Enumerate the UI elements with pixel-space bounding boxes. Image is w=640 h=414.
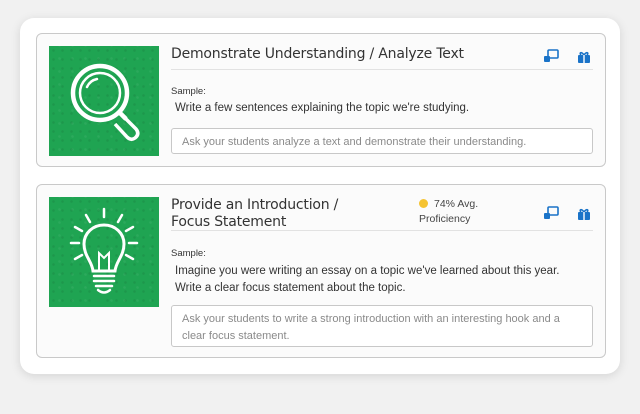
- sample-text: Write a few sentences explaining the top…: [175, 102, 470, 114]
- card-title: Provide an Introduction / Focus Statemen…: [171, 197, 339, 230]
- card-image: [49, 197, 159, 307]
- proficiency-value: 74% Avg.: [434, 198, 479, 210]
- prompt-text-field[interactable]: Ask your students to write a strong intr…: [171, 305, 593, 347]
- prompt-text-field[interactable]: Ask your students analyze a text and dem…: [171, 128, 593, 154]
- proficiency-dot-icon: [419, 199, 428, 208]
- gift-icon[interactable]: [576, 205, 592, 221]
- magnifying-glass-icon: [70, 63, 140, 142]
- assign-icon[interactable]: [543, 205, 559, 221]
- proficiency-badge: 74% Avg. Proficiency: [419, 197, 478, 227]
- divider: [171, 69, 593, 70]
- card-image: [49, 46, 159, 156]
- divider: [171, 230, 593, 231]
- gift-icon[interactable]: [576, 48, 592, 64]
- proficiency-label: Proficiency: [419, 213, 471, 225]
- assign-icon[interactable]: [543, 48, 559, 64]
- card-title: Demonstrate Understanding / Analyze Text: [171, 46, 464, 62]
- prompt-card[interactable]: Demonstrate Understanding / Analyze Text…: [36, 33, 606, 167]
- lightbulb-icon: [69, 207, 139, 294]
- sample-text: Imagine you were writing an essay on a t…: [175, 265, 560, 294]
- sample-label: Sample:: [171, 248, 206, 259]
- sample-label: Sample:: [171, 86, 206, 97]
- prompt-card[interactable]: Provide an Introduction / Focus Statemen…: [36, 184, 606, 358]
